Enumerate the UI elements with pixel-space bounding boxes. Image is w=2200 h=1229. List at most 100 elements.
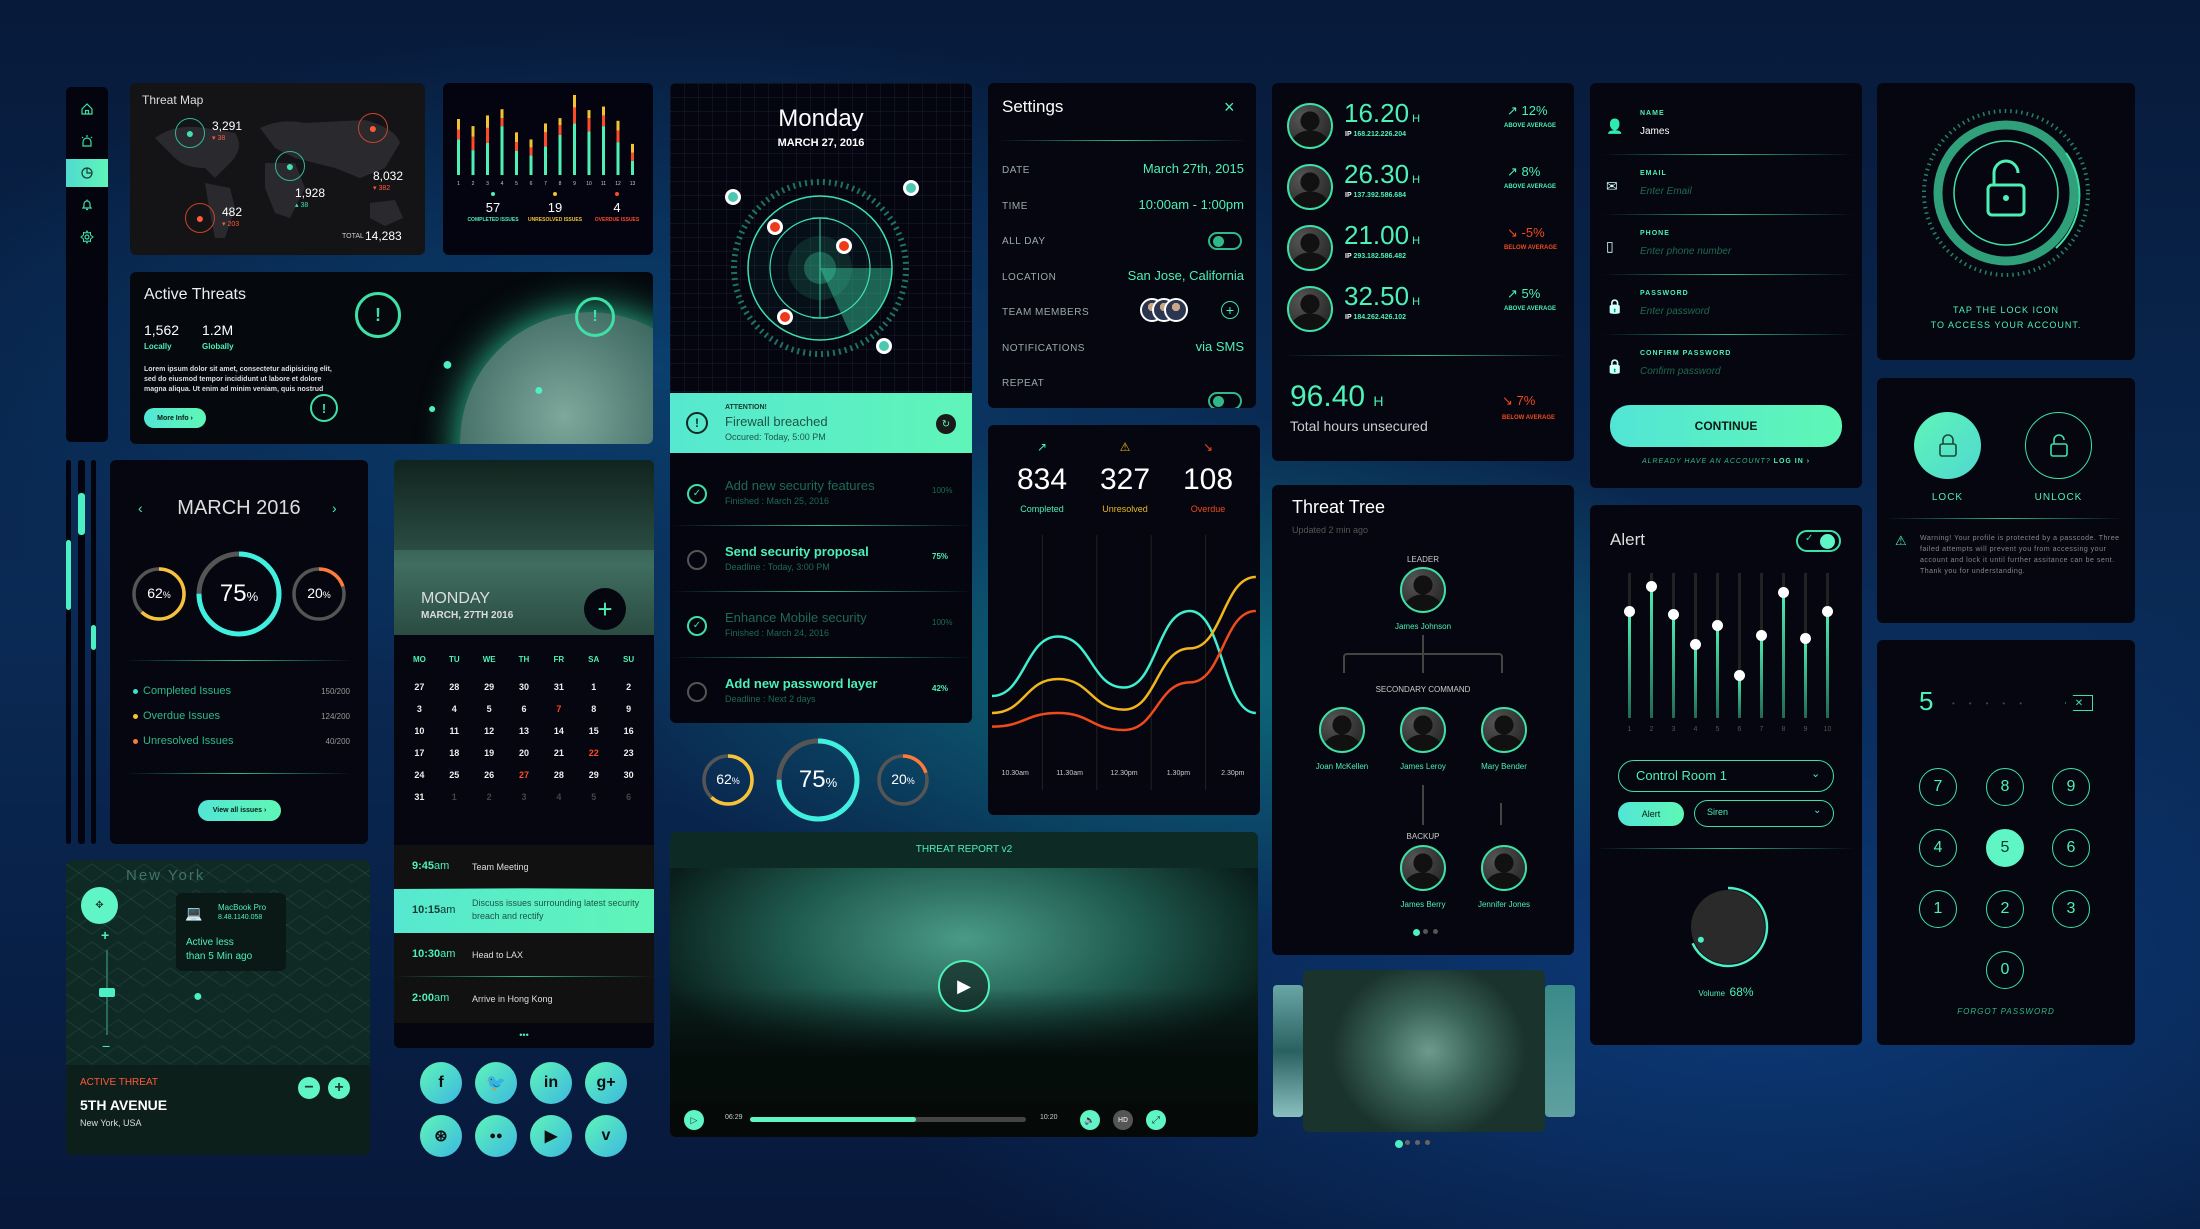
calendar-day-event[interactable]: 22 [576, 748, 611, 758]
member-avatar[interactable] [1400, 707, 1446, 753]
room-select[interactable]: Control Room 1 ⌄ [1618, 760, 1834, 792]
slider-handle[interactable] [1822, 605, 1833, 617]
attention-banner[interactable]: ! ATTENTION! Firewall breached Occured: … [670, 393, 972, 453]
bar-unresolved-11[interactable] [602, 106, 605, 116]
gallery-dot[interactable] [1395, 1140, 1403, 1148]
calendar-day-event[interactable]: 7 [541, 704, 576, 714]
calendar-day[interactable]: 1 [437, 792, 472, 802]
scroll-thumb[interactable] [66, 540, 71, 610]
linkedin-icon[interactable]: in [530, 1062, 572, 1104]
calendar-day[interactable]: 5 [576, 792, 611, 802]
key-5[interactable]: 5 [1986, 829, 2024, 867]
map-marker-1[interactable]: ● [175, 118, 205, 148]
slider-handle[interactable] [1734, 669, 1745, 681]
key-6[interactable]: 6 [2052, 829, 2090, 867]
sidebar-item-settings[interactable] [66, 223, 108, 251]
location-pin-icon[interactable]: ● [193, 988, 203, 1006]
key-4[interactable]: 4 [1919, 829, 1957, 867]
lock-ring-graphic[interactable] [1916, 103, 2096, 283]
bar-unresolved-13[interactable] [631, 143, 634, 153]
pager-dot[interactable] [1423, 929, 1428, 934]
login-link[interactable]: LOG IN › [1774, 458, 1810, 465]
backspace-icon[interactable]: ✕ [2065, 695, 2093, 711]
task-item[interactable]: Add new password layer Deadline : Next 2 … [670, 659, 972, 723]
bar-completed-13[interactable] [631, 160, 634, 175]
scroll-track-3[interactable] [91, 460, 96, 844]
volume-icon[interactable]: 🔈 [1080, 1110, 1100, 1130]
slider-handle[interactable] [1778, 586, 1789, 598]
calendar-day[interactable]: 27 [402, 682, 437, 692]
bar-overdue-4[interactable] [500, 118, 504, 127]
threat-alert-icon[interactable]: ! [310, 394, 338, 422]
setting-value[interactable]: 10:00am - 1:00pm [1138, 197, 1244, 212]
gallery-next-image[interactable] [1545, 985, 1575, 1117]
bar-completed-9[interactable] [573, 123, 576, 175]
slider-handle[interactable] [1668, 608, 1679, 620]
calendar-day[interactable]: 28 [437, 682, 472, 692]
slider-handle[interactable] [1646, 581, 1657, 593]
bar-overdue-9[interactable] [573, 107, 576, 124]
bar-unresolved-3[interactable] [486, 115, 489, 128]
radar-blip-safe[interactable] [725, 189, 741, 205]
threat-alert-icon[interactable]: ! [575, 297, 615, 337]
view-all-issues-button[interactable]: View all issues › [198, 800, 281, 821]
bar-completed-11[interactable] [602, 126, 605, 175]
sidebar-item-notifications[interactable] [66, 191, 108, 219]
pager-dot[interactable] [1433, 929, 1438, 934]
dribbble-icon[interactable]: ⊛ [420, 1115, 462, 1157]
lock-button[interactable] [1914, 412, 1981, 479]
bar-unresolved-4[interactable] [500, 109, 504, 119]
key-0[interactable]: 0 [1986, 951, 2024, 989]
calendar-day[interactable]: 30 [507, 682, 542, 692]
task-done-icon[interactable]: ✓ [687, 616, 707, 636]
bar-unresolved-7[interactable] [544, 123, 547, 133]
task-checkbox[interactable] [687, 550, 707, 570]
slider-handle[interactable] [1712, 620, 1723, 632]
calendar-day[interactable]: 12 [472, 726, 507, 736]
calendar-day[interactable]: 4 [541, 792, 576, 802]
setting-value[interactable]: March 27th, 2015 [1143, 161, 1244, 176]
alert-toggle[interactable]: ✓ [1796, 530, 1841, 552]
bar-overdue-7[interactable] [544, 132, 547, 147]
play-button[interactable]: ▷ [684, 1110, 704, 1130]
calendar-day[interactable]: 14 [541, 726, 576, 736]
member-avatar[interactable] [1319, 707, 1365, 753]
map-marker-3[interactable]: ● [275, 151, 305, 181]
calendar-day[interactable]: 4 [437, 704, 472, 714]
calendar-day[interactable]: 2 [472, 792, 507, 802]
bar-overdue-12[interactable] [616, 130, 620, 143]
calendar-day[interactable]: 30 [611, 770, 646, 780]
key-7[interactable]: 7 [1919, 768, 1957, 806]
refresh-icon[interactable]: ↻ [936, 414, 956, 434]
calendar-day[interactable]: 6 [507, 704, 542, 714]
calendar-day[interactable]: 18 [437, 748, 472, 758]
task-checkbox[interactable] [687, 682, 707, 702]
agenda-item[interactable]: 10:15am Discuss issues surrounding latest… [394, 889, 654, 933]
key-8[interactable]: 8 [1986, 768, 2024, 806]
task-item[interactable]: Send security proposal Deadline : Today, … [670, 527, 972, 593]
close-icon[interactable]: × [1224, 97, 1235, 118]
calendar-day[interactable]: 2 [611, 682, 646, 692]
location-pin-icon[interactable]: ● [442, 354, 453, 375]
map-marker-4[interactable]: ● [358, 113, 388, 143]
calendar-day[interactable]: 5 [472, 704, 507, 714]
bar-overdue-1[interactable] [457, 129, 460, 140]
calendar-day[interactable]: 15 [576, 726, 611, 736]
calendar-day[interactable]: 24 [402, 770, 437, 780]
user-avatar[interactable] [1287, 103, 1333, 149]
setting-value[interactable]: via SMS [1196, 339, 1244, 354]
agenda-item[interactable]: 2:00am Arrive in Hong Kong [394, 977, 654, 1021]
user-avatar[interactable] [1287, 225, 1333, 271]
calendar-day[interactable]: 19 [472, 748, 507, 758]
field-input-email[interactable] [1640, 182, 1840, 200]
user-avatar[interactable] [1287, 164, 1333, 210]
field-input-name[interactable] [1640, 122, 1840, 140]
bar-overdue-3[interactable] [486, 127, 489, 143]
calendar-day[interactable]: 16 [611, 726, 646, 736]
calendar-day[interactable]: 1 [576, 682, 611, 692]
scroll-track-2[interactable] [78, 460, 85, 844]
bar-completed-10[interactable] [587, 131, 591, 175]
calendar-day[interactable]: 11 [437, 726, 472, 736]
calendar-day[interactable]: 25 [437, 770, 472, 780]
bar-unresolved-2[interactable] [471, 126, 475, 137]
